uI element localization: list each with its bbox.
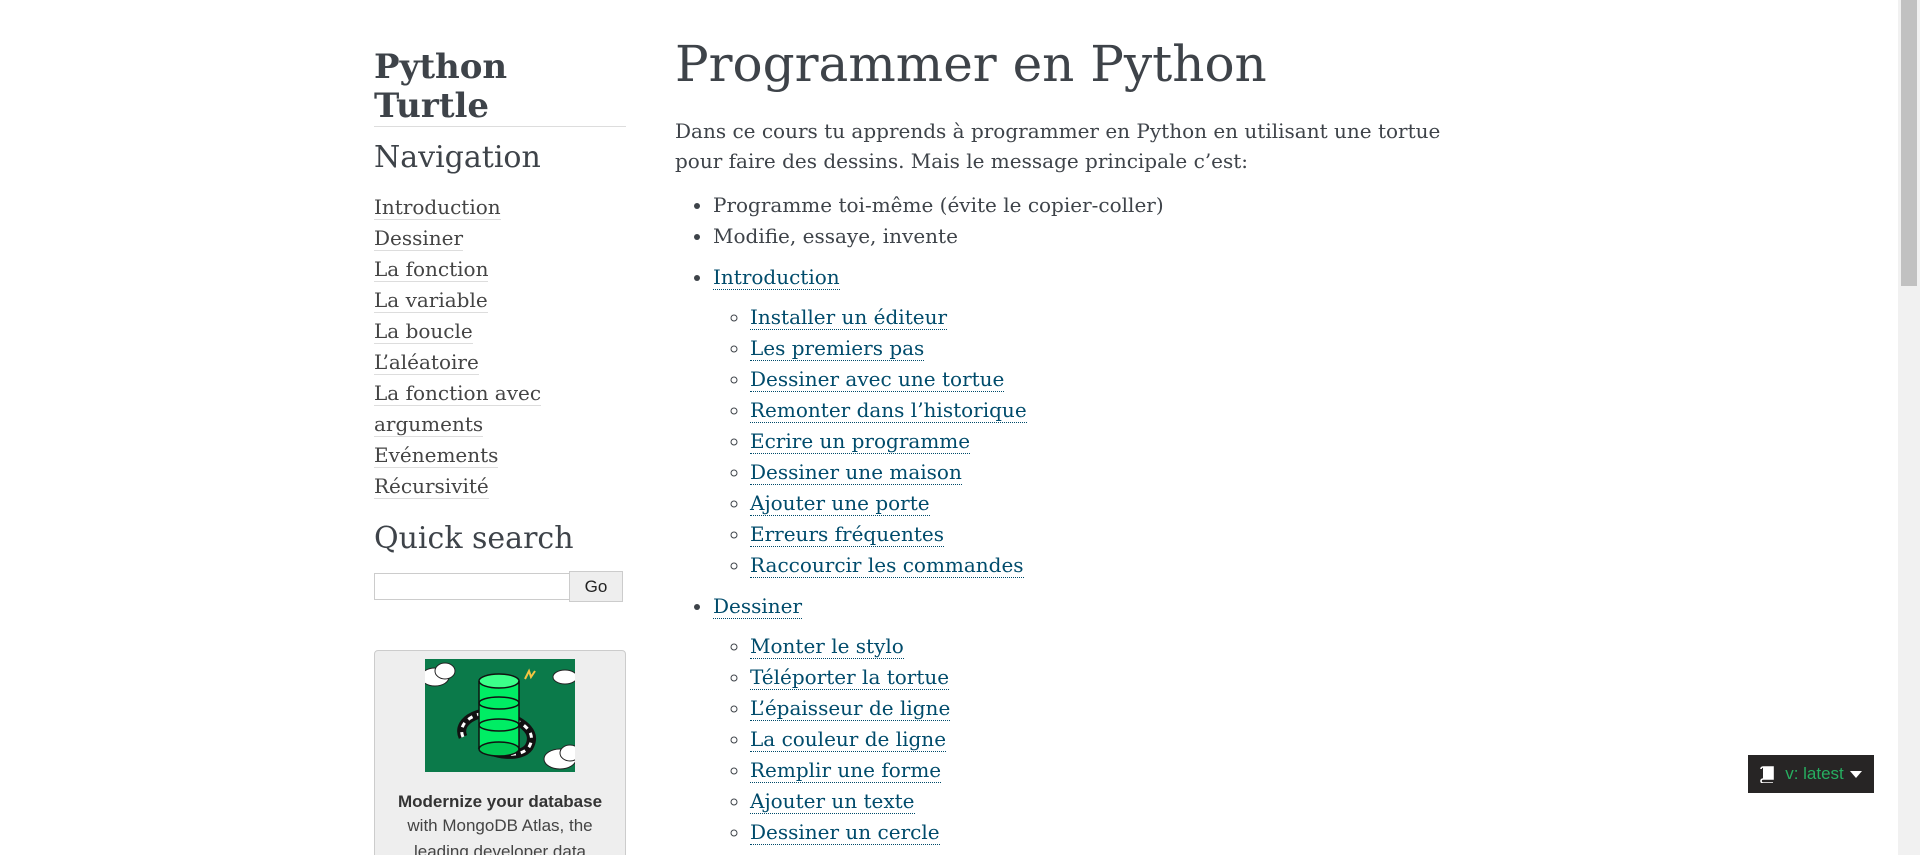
toc-link-ajouter-porte[interactable]: Ajouter une porte: [750, 491, 930, 516]
navigation-heading: Navigation: [374, 140, 541, 176]
search-go-button[interactable]: Go: [569, 571, 623, 603]
version-selector[interactable]: v: latest: [1748, 755, 1874, 793]
ad-illustration: [425, 659, 575, 772]
toc-link-teleporter-tortue[interactable]: Téléporter la tortue: [750, 665, 950, 690]
quick-search-heading: Quick search: [374, 521, 574, 557]
toc-link-ecrire-programme[interactable]: Ecrire un programme: [750, 429, 971, 454]
toc-item: Erreurs fréquentes: [750, 519, 1485, 550]
intro-paragraph: Dans ce cours tu apprends à programmer e…: [675, 119, 1441, 173]
list-item: Modifie, essaye, invente: [713, 221, 1485, 252]
search-input[interactable]: [374, 573, 570, 601]
toc-link-remplir-forme[interactable]: Remplir une forme: [750, 758, 942, 783]
toc-link-dessiner[interactable]: Dessiner: [713, 594, 803, 619]
ad-title: Modernize your database: [397, 792, 603, 811]
toc-item: Monter le stylo: [750, 631, 1485, 662]
nav-link-arguments[interactable]: arguments: [374, 412, 484, 438]
toc-link-remonter-historique[interactable]: Remonter dans l’historique: [750, 398, 1027, 423]
toc-item: Téléporter la tortue: [750, 662, 1485, 693]
toc-item: Dessiner un cercle: [750, 817, 1485, 848]
toc-link-epaisseur-ligne[interactable]: L’épaisseur de ligne: [750, 696, 951, 721]
nav-link-dessiner[interactable]: Dessiner: [374, 226, 464, 252]
toc-item: Dessiner une maison: [750, 457, 1485, 488]
nav-link-aleatoire[interactable]: L’aléatoire: [374, 350, 479, 376]
brand-title[interactable]: Python Turtle: [374, 47, 626, 128]
nav-item: Evénements: [374, 440, 626, 471]
nav-link-fonction-avec[interactable]: La fonction avec: [374, 381, 542, 407]
toc-item: Installer un éditeur: [750, 302, 1485, 333]
toc-link-couleur-ligne[interactable]: La couleur de ligne: [750, 727, 947, 752]
toc-item: Ajouter un texte: [750, 786, 1485, 817]
caret-down-icon: [1849, 770, 1862, 778]
book-icon: [1760, 765, 1775, 783]
ad-text-line-2: leading developer data: [413, 842, 587, 855]
nav-item: arguments: [374, 409, 626, 440]
toc-link-dessiner-cercle[interactable]: Dessiner un cercle: [750, 820, 940, 845]
toc-link-monter-stylo[interactable]: Monter le stylo: [750, 634, 904, 659]
nav-item: La boucle: [374, 316, 626, 347]
scrollbar-thumb[interactable]: [1901, 0, 1917, 286]
toc-link-dessiner-tortue[interactable]: Dessiner avec une tortue: [750, 367, 1005, 392]
toc-link-erreurs-frequentes[interactable]: Erreurs fréquentes: [750, 522, 944, 547]
nav-item: Dessiner: [374, 223, 626, 254]
nav-link-la-variable[interactable]: La variable: [374, 288, 488, 314]
key-messages-list: Programme toi-même (évite le copier-coll…: [675, 190, 1485, 252]
toc-section: Dessiner Monter le stylo Téléporter la t…: [713, 591, 1485, 848]
nav-item: Introduction: [374, 192, 626, 223]
toc-item: Raccourcir les commandes: [750, 550, 1485, 581]
toc-link-introduction[interactable]: Introduction: [713, 265, 840, 290]
nav-link-introduction[interactable]: Introduction: [374, 195, 501, 221]
version-label: v: latest: [1785, 764, 1844, 783]
nav-item: Récursivité: [374, 471, 626, 502]
toc-section: Introduction Installer un éditeur Les pr…: [713, 262, 1485, 581]
toc-link-installer-editeur[interactable]: Installer un éditeur: [750, 305, 948, 330]
page-title: Programmer en Python: [675, 35, 1267, 93]
nav-link-evenements[interactable]: Evénements: [374, 443, 499, 469]
search-form: Go: [374, 571, 626, 603]
toc-subsection-list: Installer un éditeur Les premiers pas De…: [713, 302, 1485, 581]
toc-item: Ajouter une porte: [750, 488, 1485, 519]
nav-item: La fonction: [374, 254, 626, 285]
navigation-list: Introduction Dessiner La fonction La var…: [374, 192, 626, 502]
nav-item: La variable: [374, 285, 626, 316]
nav-item: L’aléatoire: [374, 347, 626, 378]
toc-item: Les premiers pas: [750, 333, 1485, 364]
toc-link-dessiner-maison[interactable]: Dessiner une maison: [750, 460, 962, 485]
toc-item: Ecrire un programme: [750, 426, 1485, 457]
toc-link-premiers-pas[interactable]: Les premiers pas: [750, 336, 925, 361]
toc-subsection-list: Monter le stylo Téléporter la tortue L’é…: [713, 631, 1485, 848]
toc-item: La couleur de ligne: [750, 724, 1485, 755]
list-item: Programme toi-même (évite le copier-coll…: [713, 190, 1485, 221]
toc-item: Remonter dans l’historique: [750, 395, 1485, 426]
toc-item: Dessiner avec une tortue: [750, 364, 1485, 395]
nav-link-la-fonction[interactable]: La fonction: [374, 257, 489, 283]
toc-link-ajouter-texte[interactable]: Ajouter un texte: [750, 789, 915, 814]
main-content: Programmer en Python Dans ce cours tu ap…: [675, 34, 1485, 855]
sponsor-ad[interactable]: Modernize your database with MongoDB Atl…: [374, 650, 626, 855]
nav-item: La fonction avec: [374, 378, 626, 409]
ad-text-line-1: with MongoDB Atlas, the: [407, 816, 593, 835]
nav-link-recursivite[interactable]: Récursivité: [374, 474, 489, 500]
toc-item: Remplir une forme: [750, 755, 1485, 786]
sidebar: Python Turtle Navigation Introduction De…: [374, 47, 626, 855]
toc-link-raccourcir-commandes[interactable]: Raccourcir les commandes: [750, 553, 1024, 578]
toc-item: L’épaisseur de ligne: [750, 693, 1485, 724]
page-scrollbar[interactable]: [1898, 0, 1920, 855]
table-of-contents: Introduction Installer un éditeur Les pr…: [675, 262, 1485, 848]
nav-link-la-boucle[interactable]: La boucle: [374, 319, 473, 345]
